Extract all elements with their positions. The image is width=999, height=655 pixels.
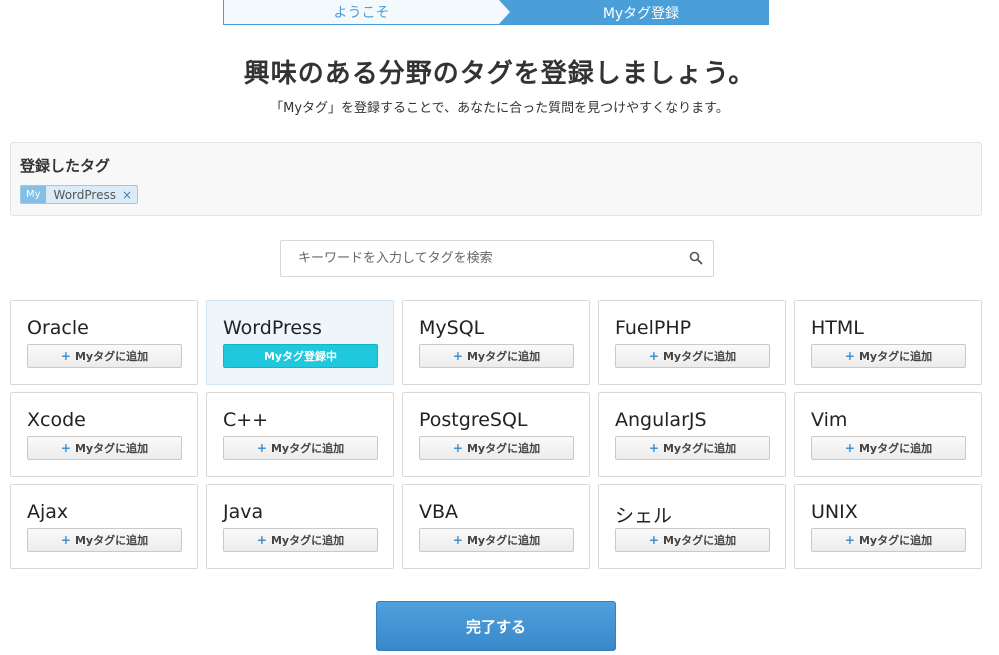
add-my-tag-button[interactable]: + Myタグに追加 (419, 436, 574, 460)
tag-card: UNIX + Myタグに追加 (794, 484, 982, 569)
step-welcome-label: ようこそ (333, 5, 390, 21)
plus-icon: + (844, 349, 855, 363)
add-my-tag-button[interactable]: + Myタグに追加 (223, 528, 378, 552)
plus-icon: + (256, 441, 267, 455)
step-my-tags: Myタグ登録 (499, 0, 769, 25)
tag-card-button-label: Myタグに追加 (858, 534, 933, 547)
plus-icon: + (256, 533, 267, 547)
complete-button[interactable]: 完了する (376, 601, 616, 651)
add-my-tag-button[interactable]: + Myタグに追加 (811, 344, 966, 368)
tag-card: PostgreSQL + Myタグに追加 (402, 392, 590, 477)
tag-card: MySQL + Myタグに追加 (402, 300, 590, 385)
tag-card-name: シェル (615, 505, 673, 527)
add-my-tag-button[interactable]: + Myタグに追加 (27, 436, 182, 460)
tag-card-button-label: Myタグに追加 (466, 534, 541, 547)
tag-card-name: PostgreSQL (419, 409, 528, 431)
tag-search (280, 240, 714, 277)
plus-icon: + (452, 533, 463, 547)
tag-card-name: VBA (419, 501, 459, 523)
tag-card: C++ + Myタグに追加 (206, 392, 394, 477)
plus-icon: + (60, 349, 71, 363)
plus-icon: + (452, 349, 463, 363)
tag-card: WordPress Myタグ登録中 (206, 300, 394, 385)
step-my-tags-label: Myタグ登録 (602, 5, 680, 22)
add-my-tag-button[interactable]: + Myタグに追加 (615, 436, 770, 460)
tag-card: VBA + Myタグに追加 (402, 484, 590, 569)
tag-card: AngularJS + Myタグに追加 (598, 392, 786, 477)
tag-card-name: C++ (223, 409, 269, 431)
plus-icon: + (60, 533, 71, 547)
page-title: 興味のある分野のタグを登録しましょう。 (243, 59, 756, 89)
tag-card-button-label: Myタグに追加 (466, 442, 541, 455)
tag-card-button-label: Myタグに追加 (662, 350, 737, 363)
step-welcome: ようこそ (223, 0, 511, 25)
plus-icon: + (648, 533, 659, 547)
tag-card-button-label: Myタグに追加 (662, 442, 737, 455)
tag-card: Ajax + Myタグに追加 (10, 484, 198, 569)
tag-card-button-label: Myタグに追加 (466, 350, 541, 363)
tag-card-button-label: Myタグ登録中 (263, 350, 338, 363)
tag-card-name: Vim (811, 409, 848, 431)
plus-icon: + (844, 441, 855, 455)
tag-search-input[interactable] (281, 241, 681, 276)
registered-tags-title: 登録したタグ (20, 157, 111, 175)
tag-card-button-label: Myタグに追加 (858, 442, 933, 455)
tag-card-name: Java (223, 501, 264, 523)
page-subtitle: 「Myタグ」を登録することで、あなたに合った質問を見つけやすくなります。 (270, 101, 729, 116)
add-my-tag-button[interactable]: + Myタグに追加 (811, 528, 966, 552)
plus-icon: + (648, 441, 659, 455)
tag-card-name: FuelPHP (615, 317, 692, 339)
tag-card: Xcode + Myタグに追加 (10, 392, 198, 477)
page: ようこそ Myタグ登録 興味のある分野のタグを登録しましょう。 「Myタグ」を登… (0, 0, 999, 655)
tag-chip-label: WordPress (53, 187, 116, 202)
tag-card-name: UNIX (811, 501, 858, 523)
tag-card: Vim + Myタグに追加 (794, 392, 982, 477)
tag-card-button-label: Myタグに追加 (662, 534, 737, 547)
tag-card-name: AngularJS (615, 409, 707, 431)
add-my-tag-button[interactable]: + Myタグに追加 (223, 436, 378, 460)
tag-chip-prefix: My (21, 186, 46, 203)
plus-icon: + (844, 533, 855, 547)
add-my-tag-button[interactable]: + Myタグに追加 (27, 528, 182, 552)
add-my-tag-button[interactable]: + Myタグに追加 (811, 436, 966, 460)
stepper: ようこそ Myタグ登録 (223, 0, 769, 25)
plus-icon: + (648, 349, 659, 363)
tag-card-button-label: Myタグに追加 (74, 534, 149, 547)
tag-card-button-label: Myタグに追加 (74, 350, 149, 363)
plus-icon: + (60, 441, 71, 455)
tag-card: Java + Myタグに追加 (206, 484, 394, 569)
add-my-tag-button[interactable]: + Myタグに追加 (615, 344, 770, 368)
tag-card-name: Oracle (27, 317, 89, 339)
tag-card-button-label: Myタグに追加 (270, 442, 345, 455)
registered-tag-chip: My WordPress × (20, 185, 139, 204)
registered-tags-panel: 登録したタグ My WordPress × (10, 142, 982, 216)
add-my-tag-button[interactable]: + Myタグに追加 (615, 528, 770, 552)
add-my-tag-button[interactable]: + Myタグに追加 (419, 344, 574, 368)
tag-card-name: WordPress (223, 317, 322, 339)
tag-card: シェル + Myタグに追加 (598, 484, 786, 569)
tag-card-name: Xcode (27, 409, 86, 431)
plus-icon: + (452, 441, 463, 455)
tag-card-name: Ajax (27, 501, 69, 523)
remove-tag-button[interactable]: × (120, 186, 137, 203)
tag-grid: Oracle + Myタグに追加 WordPress Myタグ登録中 MySQL + Myタグ… (10, 300, 982, 569)
tag-card-button-label: Myタグに追加 (270, 534, 345, 547)
my-tag-registered-button[interactable]: Myタグ登録中 (223, 344, 378, 368)
add-my-tag-button[interactable]: + Myタグに追加 (419, 528, 574, 552)
add-my-tag-button[interactable]: + Myタグに追加 (27, 344, 182, 368)
tag-card: HTML + Myタグに追加 (794, 300, 982, 385)
tag-card-button-label: Myタグに追加 (74, 442, 149, 455)
tag-card: FuelPHP + Myタグに追加 (598, 300, 786, 385)
tag-card-button-label: Myタグに追加 (858, 350, 933, 363)
tag-card-name: HTML (811, 317, 864, 339)
search-icon[interactable] (689, 251, 703, 265)
tag-card: Oracle + Myタグに追加 (10, 300, 198, 385)
tag-card-name: MySQL (419, 317, 485, 339)
